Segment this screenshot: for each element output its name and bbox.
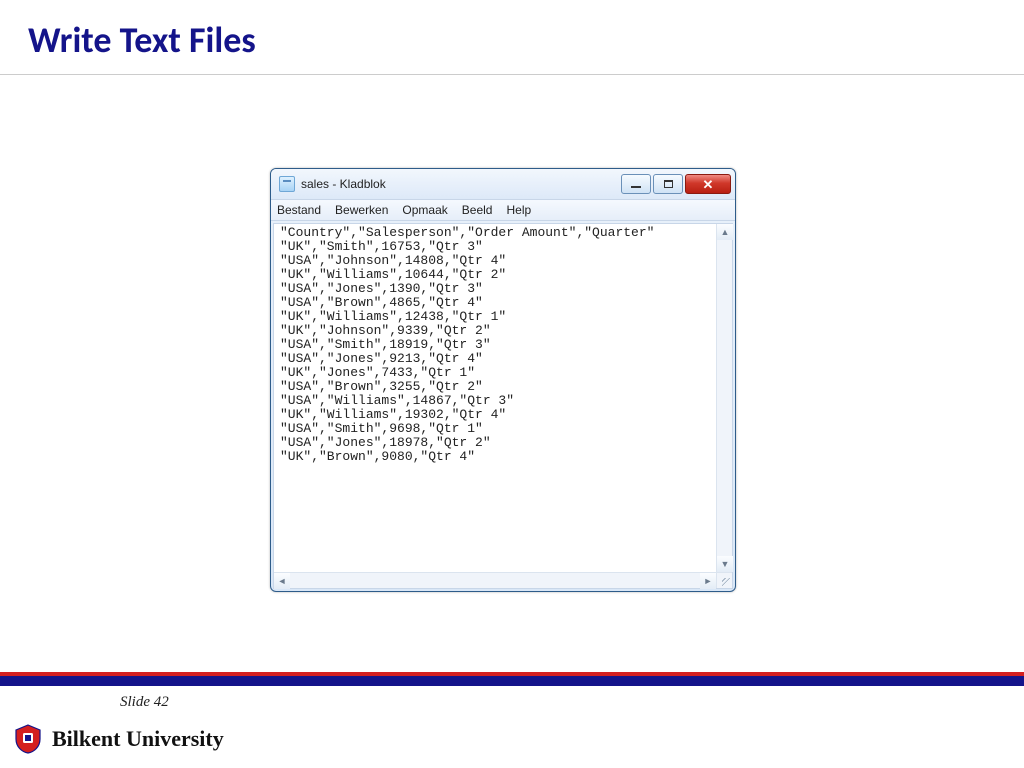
text-content[interactable]: "Country","Salesperson","Order Amount","… [274,224,732,588]
menu-edit[interactable]: Bewerken [335,203,388,217]
close-icon: ✕ [703,178,714,191]
university-crest-icon [14,724,42,754]
footer-stripes [0,672,1024,686]
maximize-button[interactable] [653,174,683,194]
university-name: Bilkent University [52,726,224,752]
window-title: sales - Kladblok [301,177,386,191]
scroll-down-icon: ▼ [717,556,733,572]
slide-title: Write Text Files [0,0,1024,74]
university-branding: Bilkent University [14,724,224,754]
scroll-right-icon: ► [700,573,716,589]
stripe-navy [0,676,1024,686]
editor-area: "Country","Salesperson","Order Amount","… [273,223,733,589]
title-divider [0,74,1024,75]
slide-number: Slide 42 [120,694,169,711]
menu-help[interactable]: Help [506,203,531,217]
scroll-up-icon: ▲ [717,224,733,240]
horizontal-scrollbar[interactable]: ◄ ► [274,572,716,588]
close-button[interactable]: ✕ [685,174,731,194]
scroll-left-icon: ◄ [274,573,290,589]
titlebar[interactable]: sales - Kladblok ✕ [271,169,735,199]
notepad-window: sales - Kladblok ✕ Bestand Bewerken Opma… [270,168,736,592]
minimize-button[interactable] [621,174,651,194]
vertical-scrollbar[interactable]: ▲ ▼ [716,224,732,572]
menu-format[interactable]: Opmaak [402,203,447,217]
minimize-icon [631,186,641,188]
menu-view[interactable]: Beeld [462,203,493,217]
maximize-icon [664,180,673,188]
menubar: Bestand Bewerken Opmaak Beeld Help [271,199,735,221]
notepad-icon [279,176,295,192]
slide: Write Text Files sales - Kladblok ✕ Best… [0,0,1024,768]
resize-grip-icon[interactable] [716,572,732,588]
menu-file[interactable]: Bestand [277,203,321,217]
window-controls: ✕ [619,174,731,194]
